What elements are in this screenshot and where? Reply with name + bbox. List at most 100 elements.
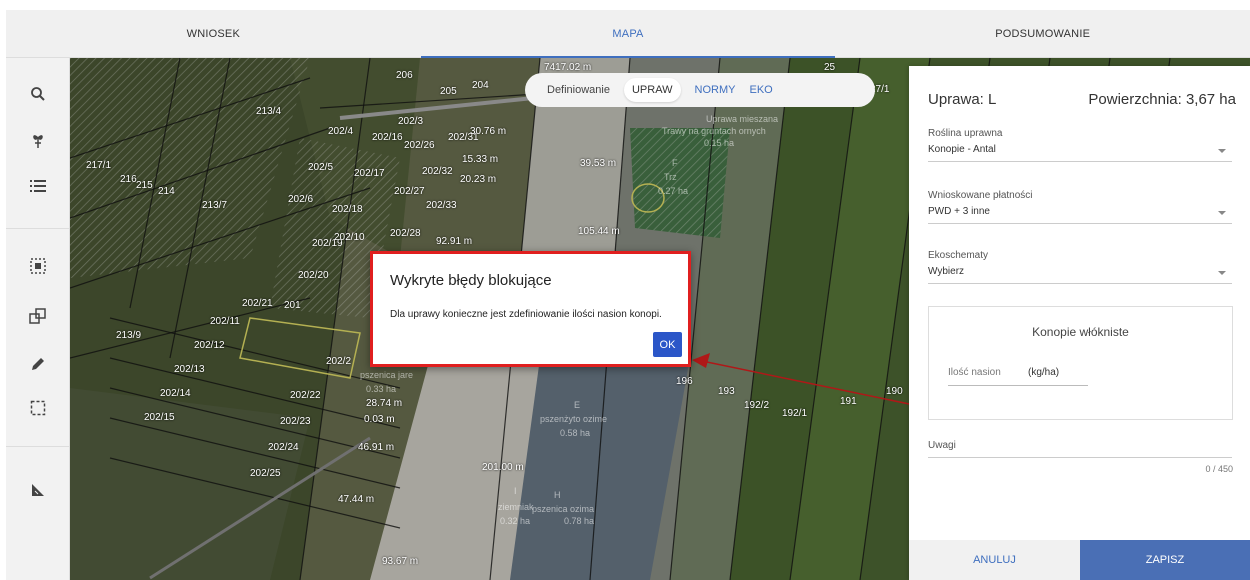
parcel-label: 202/5 [308, 162, 334, 173]
parcel-label: 202/6 [288, 194, 314, 205]
konopie-box: Konopie włókniste Ilość nasion (kg/ha) [928, 306, 1233, 420]
nasion-underline [948, 385, 1088, 386]
distance-label: 15.33 m [462, 154, 499, 165]
save-button[interactable]: ZAPISZ [1080, 540, 1250, 580]
distance-label: 92.91 m [436, 236, 473, 247]
crop-label: pszenica jare [360, 370, 414, 380]
crop-label: I [514, 486, 517, 496]
parcel-label: 193 [718, 386, 735, 397]
parcel-label: 202/21 [242, 298, 273, 309]
parcel-label: 191 [840, 396, 857, 407]
crop-label: pszenica ozima [532, 504, 595, 514]
parcel-label: 202/13 [174, 364, 205, 375]
top-tabs: WNIOSEK MAPA PODSUMOWANIE [6, 10, 1250, 58]
uwagi-counter: 0 / 450 [1205, 464, 1233, 474]
mode-switch: Definiowanie UPRAW NORMY EKO [525, 73, 875, 107]
parcel-label: 202/17 [354, 168, 385, 179]
dialog-title: Wykryte błędy blokujące [390, 272, 552, 289]
panel-title: Uprawa: L [928, 91, 997, 108]
crop-label: Trawy na gruntach ornych [662, 126, 766, 136]
pencil-icon[interactable] [22, 348, 54, 380]
chevron-down-icon [1218, 211, 1226, 215]
parcel-label: 202/18 [332, 204, 363, 215]
parcel-label: 202/24 [268, 442, 299, 453]
crop-label: H [554, 490, 561, 500]
parcel-label: 192/1 [782, 408, 808, 419]
rectangle-select-icon[interactable] [22, 392, 54, 424]
ok-button[interactable]: OK [653, 332, 682, 357]
platnosci-value: PWD + 3 inne [928, 206, 990, 217]
crop-label: 0.58 ha [560, 428, 591, 438]
cancel-button[interactable]: ANULUJ [909, 540, 1080, 580]
error-dialog: Wykryte błędy blokujące Dla uprawy konie… [370, 251, 691, 367]
parcel-label: 214 [158, 186, 175, 197]
copy-shapes-icon[interactable] [22, 300, 54, 332]
distance-label: 46.91 m [358, 442, 395, 453]
distance-label: 105.44 m [578, 226, 620, 237]
distance-label: 20.23 m [460, 174, 497, 185]
parcel-label: 202/15 [144, 412, 175, 423]
distance-label: 0.03 m [364, 414, 395, 425]
platnosci-label: Wnioskowane płatności [928, 190, 1033, 201]
parcel-label: 202/27 [394, 186, 425, 197]
crop-label: 0.78 ha [564, 516, 595, 526]
measure-icon[interactable] [22, 474, 54, 506]
parcel-label: 213/9 [116, 330, 142, 341]
parcel-label: 202/11 [210, 316, 240, 327]
parcel-label: 202/32 [422, 166, 453, 177]
tab-wniosek[interactable]: WNIOSEK [6, 10, 421, 57]
search-icon[interactable] [22, 78, 54, 110]
roslina-select[interactable]: Roślina uprawna Konopie - Antal [928, 128, 1232, 162]
crop-label: 0.32 ha [500, 516, 531, 526]
ekoschematy-select[interactable]: Ekoschematy Wybierz [928, 250, 1232, 284]
tab-mapa[interactable]: MAPA [420, 10, 836, 58]
uwagi-field[interactable]: Uwagi [928, 440, 1232, 458]
parcel-label: 196 [676, 376, 693, 387]
parcel-label: 213/7 [202, 200, 228, 211]
list-icon[interactable] [22, 170, 54, 202]
parcel-label: 216 [120, 174, 137, 185]
parcel-label: 192/2 [744, 400, 770, 411]
parcel-label: 202/25 [250, 468, 281, 479]
parcel-label: 202/14 [160, 388, 191, 399]
parcel-label: 206 [396, 70, 413, 81]
mode-normy-button[interactable]: NORMY [695, 84, 736, 96]
panel-actions: ANULUJ ZAPISZ [909, 540, 1250, 580]
distance-label: 39.53 m [580, 158, 617, 169]
ekoschematy-label: Ekoschematy [928, 250, 989, 261]
nasion-input[interactable]: Ilość nasion [948, 367, 1001, 378]
mode-switch-label: Definiowanie [547, 84, 610, 96]
distance-label: 201.00 m [482, 462, 524, 473]
parcel-label: 190 [886, 386, 903, 397]
parcel-label: 204 [472, 80, 489, 91]
parcel-label: 201 [284, 300, 301, 311]
platnosci-select[interactable]: Wnioskowane płatności PWD + 3 inne [928, 190, 1232, 224]
nasion-unit: (kg/ha) [1028, 367, 1060, 378]
crop-label: E [574, 400, 581, 410]
parcel-label: 202/23 [280, 416, 311, 427]
parcel-label: 202/22 [290, 390, 321, 401]
crop-label: Uprawa mieszana [706, 114, 779, 124]
mode-upraw-button[interactable]: UPRAW [623, 78, 681, 102]
select-area-icon[interactable] [22, 250, 54, 282]
distance-label: 93.67 m [382, 556, 419, 567]
parcel-label: 202/28 [390, 228, 421, 239]
tab-podsumowanie[interactable]: PODSUMOWANIE [835, 10, 1250, 57]
mode-eko-button[interactable]: EKO [749, 84, 772, 96]
distance-label: 7417.02 m [544, 62, 592, 73]
konopie-box-title: Konopie włókniste [1032, 325, 1129, 339]
distance-label: 28.74 m [366, 398, 403, 409]
plant-icon[interactable] [22, 124, 54, 156]
crop-label: ziemniak [498, 502, 534, 512]
crop-label: 0.33 ha [366, 384, 397, 394]
parcel-label: 202/3 [398, 116, 424, 127]
crop-label: Trz [664, 172, 677, 182]
parcel-label: 202/20 [298, 270, 329, 281]
distance-label: 47.44 m [338, 494, 375, 505]
parcel-label: 205 [440, 86, 457, 97]
parcel-label: 202/33 [426, 200, 457, 211]
parcel-label: 202/16 [372, 132, 403, 143]
crop-panel: Uprawa: L Powierzchnia: 3,67 ha Roślina … [909, 66, 1250, 580]
parcel-label: 215 [136, 180, 153, 191]
parcel-label: 202/2 [326, 356, 352, 367]
